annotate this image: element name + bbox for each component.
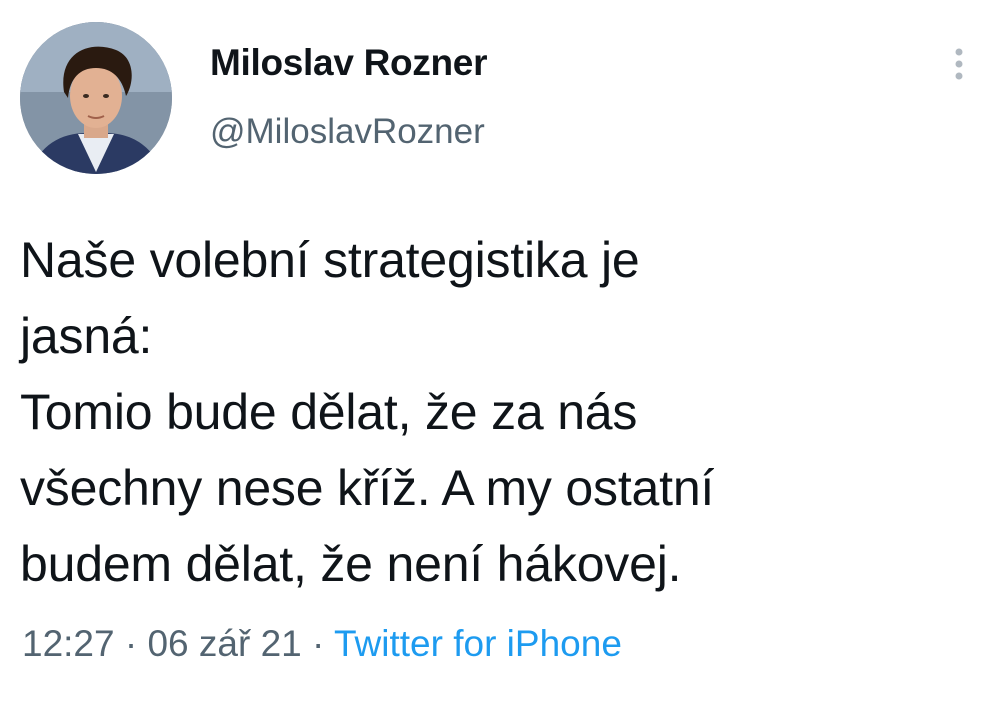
tweet-line: jasná:: [20, 308, 153, 364]
separator: ·: [301, 623, 334, 664]
tweet-line: Tomio bude dělat, že za nás: [20, 384, 638, 440]
author-handle[interactable]: @MiloslavRozner: [210, 112, 485, 152]
tweet-line: všechny nese kříž. A my ostatní: [20, 460, 715, 516]
tweet-source-link[interactable]: Twitter for iPhone: [334, 623, 622, 664]
tweet-meta: 12:27 · 06 zář 21 · Twitter for iPhone: [22, 623, 622, 665]
tweet-time[interactable]: 12:27: [22, 623, 115, 664]
tweet-card: Miloslav Rozner @MiloslavRozner Naše vol…: [0, 0, 1000, 709]
tweet-date[interactable]: 06 zář 21: [147, 623, 301, 664]
tweet-line: Naše volební strategistika je: [20, 232, 640, 288]
author-name[interactable]: Miloslav Rozner: [210, 42, 487, 84]
tweet-line: budem dělat, že není hákovej.: [20, 536, 682, 592]
avatar[interactable]: [20, 22, 172, 174]
tweet-text: Naše volební strategistika je jasná: Tom…: [20, 222, 980, 602]
more-vertical-icon[interactable]: [944, 42, 974, 92]
separator: ·: [114, 623, 148, 664]
